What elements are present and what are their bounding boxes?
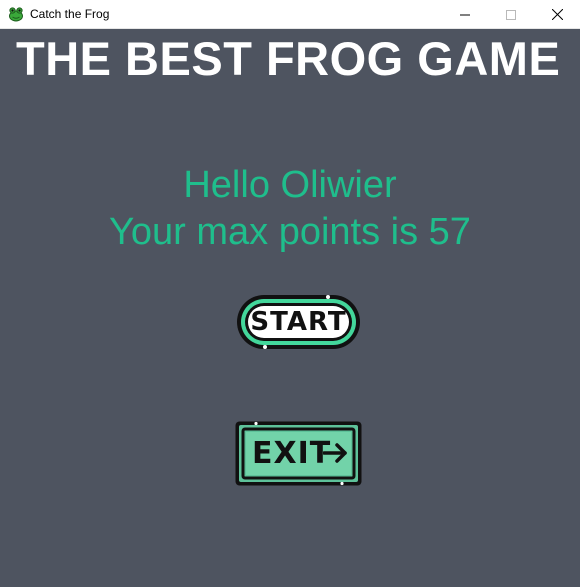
- start-label: START: [250, 307, 347, 337]
- game-area: THE BEST FROG GAME Hello Oliwier Your ma…: [0, 29, 580, 587]
- exit-button[interactable]: EXIT: [234, 420, 363, 487]
- close-icon: [551, 9, 563, 20]
- window-title: Catch the Frog: [30, 7, 110, 21]
- maximize-button[interactable]: [488, 0, 534, 29]
- max-points-text: Your max points is 57: [109, 211, 471, 253]
- greeting-block: Hello Oliwier Your max points is 57: [0, 162, 580, 256]
- frog-icon: [9, 7, 23, 22]
- close-button[interactable]: [534, 0, 580, 29]
- minimize-button[interactable]: [442, 0, 488, 29]
- greeting-text: Hello Oliwier: [183, 164, 397, 206]
- app-window: Catch the Frog THE BEST FROG GAME Hello …: [0, 0, 580, 587]
- title-bar[interactable]: Catch the Frog: [0, 0, 580, 29]
- window-controls: [442, 0, 580, 29]
- start-button[interactable]: START: [235, 293, 362, 351]
- game-headline: THE BEST FROG GAME: [16, 32, 561, 85]
- arrow-right-icon: [323, 443, 347, 463]
- minimize-icon: [460, 14, 470, 15]
- maximize-icon: [506, 9, 516, 20]
